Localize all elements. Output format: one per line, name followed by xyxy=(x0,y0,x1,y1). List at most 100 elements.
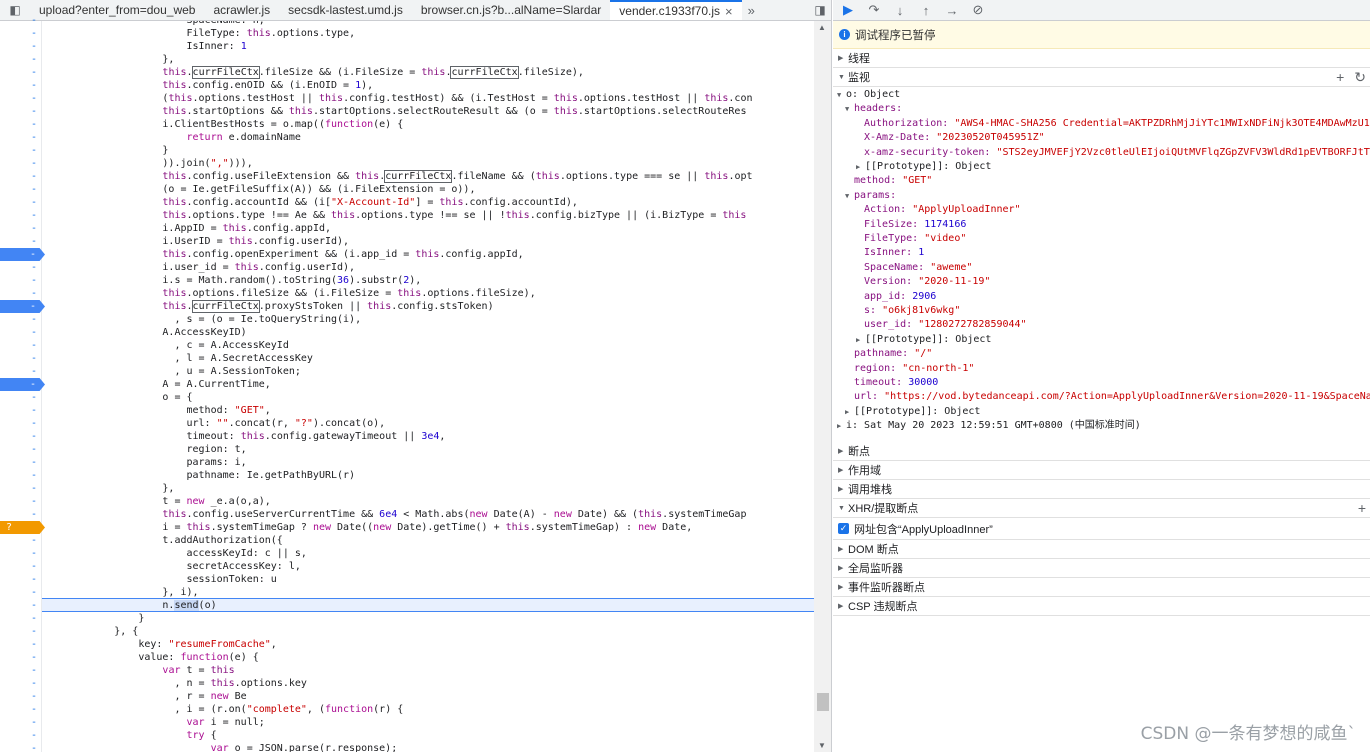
checkbox-checked-icon[interactable]: ✓ xyxy=(838,523,849,534)
section-watch[interactable]: ▼ 监视 + ↻ xyxy=(833,68,1370,87)
section-scope[interactable]: ▶ 作用域 xyxy=(833,461,1370,480)
gutter-line-marker[interactable]: - xyxy=(0,79,42,92)
section-callstack[interactable]: ▶ 调用堆栈 xyxy=(833,480,1370,499)
code-line[interactable]: , i = (r.on("complete", (function(r) { xyxy=(42,703,403,716)
gutter-line-marker[interactable]: - xyxy=(0,92,42,105)
tab-browser[interactable]: browser.cn.js?b...alName=Slardar xyxy=(412,0,610,20)
gutter-line-marker[interactable]: - xyxy=(0,274,42,287)
gutter-line-marker[interactable]: - xyxy=(0,547,42,560)
gutter-line-marker[interactable]: - xyxy=(0,534,42,547)
gutter-line-marker[interactable]: - xyxy=(0,144,42,157)
code-line[interactable]: this.config.useServerCurrentTime && 6e4 … xyxy=(42,508,746,521)
code-line[interactable]: this.currFileCtx.proxyStsToken || this.c… xyxy=(42,300,494,313)
code-line[interactable]: i.user_id = this.config.userId), xyxy=(42,261,355,274)
tab-upload[interactable]: upload?enter_from=dou_web xyxy=(30,0,204,20)
section-dom[interactable]: ▶ DOM 断点 xyxy=(833,540,1370,559)
refresh-icon[interactable]: ↻ xyxy=(1354,70,1366,84)
add-xhr-breakpoint-icon[interactable]: + xyxy=(1358,501,1366,515)
code-line[interactable]: url: "".concat(r, "?").concat(o), xyxy=(42,417,385,430)
code-line[interactable]: params: i, xyxy=(42,456,246,469)
gutter-line-marker[interactable]: - xyxy=(0,482,42,495)
add-watch-icon[interactable]: + xyxy=(1336,70,1344,84)
gutter-line-marker[interactable]: - xyxy=(0,118,42,131)
section-threads[interactable]: ▶ 线程 xyxy=(833,49,1370,68)
gutter-line-marker[interactable]: - xyxy=(0,586,42,599)
breakpoint-marker[interactable]: - xyxy=(0,378,45,391)
code-line[interactable]: }, xyxy=(42,482,174,495)
deactivate-breakpoints-icon[interactable]: ⊘ xyxy=(969,1,987,19)
gutter-line-marker[interactable]: - xyxy=(0,638,42,651)
gutter-line-marker[interactable]: - xyxy=(0,339,42,352)
watch-params[interactable]: ▼ params: xyxy=(845,189,896,203)
gutter-line-marker[interactable]: - xyxy=(0,352,42,365)
code-line[interactable]: )).join(","))), xyxy=(42,157,252,170)
gutter-line-marker[interactable]: - xyxy=(0,235,42,248)
code-line[interactable]: value: function(e) { xyxy=(42,651,258,664)
code-line[interactable]: } xyxy=(42,612,144,625)
code-line[interactable]: method: "GET", xyxy=(42,404,270,417)
gutter-line-marker[interactable]: - xyxy=(0,742,42,752)
code-line[interactable]: }, i), xyxy=(42,586,198,599)
gutter-line-marker[interactable]: - xyxy=(0,573,42,586)
watch-o[interactable]: ▼ o: Object xyxy=(837,88,900,102)
step-out-icon[interactable]: ↑ xyxy=(917,1,935,19)
code-line[interactable]: try { xyxy=(42,729,217,742)
code-line[interactable]: n.send(o) xyxy=(42,599,217,612)
code-line[interactable]: i.ClientBestHosts = o.map((function(e) { xyxy=(42,118,403,131)
gutter-line-marker[interactable]: - xyxy=(0,677,42,690)
code-line[interactable]: } xyxy=(42,144,168,157)
gutter-line-marker[interactable]: - xyxy=(0,40,42,53)
code-line[interactable]: this.startOptions && this.startOptions.s… xyxy=(42,105,746,118)
resume-icon[interactable]: ▶︎ xyxy=(839,1,857,19)
code-line[interactable]: , r = new Be xyxy=(42,690,246,703)
gutter-line-marker[interactable]: - xyxy=(0,690,42,703)
tab-vender[interactable]: vender.c1933f70.js × xyxy=(610,0,742,20)
section-xhr[interactable]: ▼ XHR/提取断点 + xyxy=(833,499,1370,518)
watch-prototype[interactable]: ▶ [[Prototype]]: Object xyxy=(856,333,991,347)
gutter-line-marker[interactable]: - xyxy=(0,391,42,404)
code-line[interactable]: sessionToken: u xyxy=(42,573,276,586)
line-gutter[interactable]: - - - - - - - - - - - - - - - - - - - - - - - - - - - - - - - - - - - - - - -?… xyxy=(0,15,45,752)
code-line[interactable]: pathname: Ie.getPathByURL(r) xyxy=(42,469,355,482)
gutter-line-marker[interactable]: - xyxy=(0,716,42,729)
code-line[interactable]: i.AppID = this.config.appId, xyxy=(42,222,331,235)
gutter-line-marker[interactable]: - xyxy=(0,14,42,27)
gutter-line-marker[interactable]: - xyxy=(0,612,42,625)
code-line[interactable]: timeout: this.config.gatewayTimeout || 3… xyxy=(42,430,445,443)
code-line[interactable]: t.addAuthorization({ xyxy=(42,534,282,547)
gutter-line-marker[interactable]: - xyxy=(0,183,42,196)
code-line[interactable]: , s = (o = Ie.toQueryString(i), xyxy=(42,313,361,326)
code-line[interactable]: , l = A.SecretAccessKey xyxy=(42,352,313,365)
code-line[interactable]: A = A.CurrentTime, xyxy=(42,378,270,391)
watch-prototype[interactable]: ▶ [[Prototype]]: Object xyxy=(845,405,980,419)
code-line[interactable]: this.options.type !== Ae && this.options… xyxy=(42,209,746,222)
gutter-line-marker[interactable]: - xyxy=(0,508,42,521)
gutter-line-marker[interactable]: - xyxy=(0,417,42,430)
conditional-breakpoint-marker[interactable]: ? xyxy=(0,521,45,534)
gutter-line-marker[interactable]: - xyxy=(0,53,42,66)
gutter-line-marker[interactable]: - xyxy=(0,404,42,417)
tab-acrawler[interactable]: acrawler.js xyxy=(204,0,279,20)
gutter-line-marker[interactable]: - xyxy=(0,222,42,235)
code-line[interactable]: region: t, xyxy=(42,443,246,456)
breakpoint-marker[interactable]: - xyxy=(0,300,45,313)
code-line[interactable]: var t = this xyxy=(42,664,234,677)
code-line[interactable]: secretAccessKey: l, xyxy=(42,560,300,573)
debugger-toggle-icon[interactable]: ◨ xyxy=(808,0,831,20)
code-line[interactable]: i.s = Math.random().toString(36).substr(… xyxy=(42,274,421,287)
code-line[interactable]: , u = A.SessionToken; xyxy=(42,365,300,378)
gutter-line-marker[interactable]: - xyxy=(0,27,42,40)
code-line[interactable]: , n = this.options.key xyxy=(42,677,306,690)
code-line[interactable]: this.currFileCtx.fileSize && (i.FileSize… xyxy=(42,66,584,79)
section-global[interactable]: ▶ 全局监听器 xyxy=(833,559,1370,578)
code-line[interactable]: (this.options.testHost || this.config.te… xyxy=(42,92,752,105)
gutter-line-marker[interactable]: - xyxy=(0,287,42,300)
close-icon[interactable]: × xyxy=(725,4,733,19)
gutter-line-marker[interactable]: - xyxy=(0,729,42,742)
code-line[interactable]: A.AccessKeyID) xyxy=(42,326,246,339)
gutter-line-marker[interactable]: - xyxy=(0,157,42,170)
code-line[interactable]: o = { xyxy=(42,391,192,404)
code-line[interactable]: (o = Ie.getFileSuffix(A)) && (i.FileExte… xyxy=(42,183,475,196)
code-line[interactable]: }, xyxy=(42,53,174,66)
code-line[interactable]: IsInner: 1 xyxy=(42,40,246,53)
